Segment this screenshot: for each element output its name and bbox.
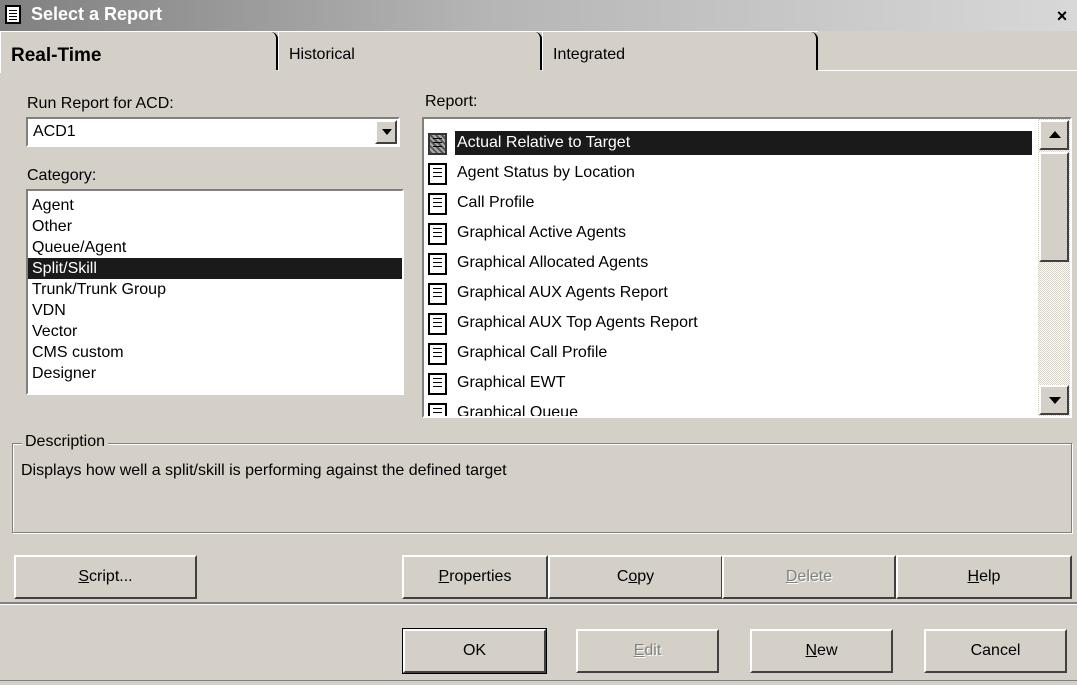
acd-dropdown[interactable]: ACD1 — [26, 117, 400, 147]
report-item-label: Graphical Allocated Agents — [457, 254, 649, 271]
report-items: Actual Relative to Target Agent Status b… — [426, 129, 1032, 418]
report-icon — [428, 133, 447, 155]
tab-label: Integrated — [553, 46, 626, 63]
report-item-label: Agent Status by Location — [457, 164, 635, 181]
list-item[interactable]: Graphical Allocated Agents — [426, 249, 1032, 279]
list-item[interactable]: Graphical Call Profile — [426, 339, 1032, 369]
list-item[interactable]: Call Profile — [426, 189, 1032, 219]
help-button[interactable]: Help — [896, 555, 1072, 599]
edit-button-label: dit — [644, 642, 662, 659]
script-button[interactable]: Script... — [14, 555, 197, 599]
new-button[interactable]: New — [750, 629, 893, 673]
description-legend: Description — [22, 433, 109, 451]
scroll-down-icon[interactable] — [1039, 385, 1069, 415]
category-item-cms-custom[interactable]: CMS custom — [28, 342, 402, 363]
properties-button[interactable]: Properties — [402, 555, 548, 599]
report-icon — [428, 373, 447, 395]
report-icon — [428, 163, 447, 185]
tab-divider — [818, 70, 1077, 71]
cancel-button[interactable]: Cancel — [924, 629, 1067, 673]
ok-button[interactable]: OK — [402, 628, 547, 674]
category-label: Category: — [27, 167, 97, 184]
list-item[interactable]: Agent Status by Location — [426, 159, 1032, 189]
report-label: Report: — [425, 93, 478, 110]
category-item-agent[interactable]: Agent — [28, 195, 402, 216]
report-icon — [5, 5, 21, 24]
script-button-label: cript... — [89, 568, 133, 585]
description-text: Displays how well a split/skill is perfo… — [21, 462, 507, 479]
category-item-designer[interactable]: Designer — [28, 363, 402, 384]
properties-button-label: roperties — [449, 568, 512, 585]
list-item[interactable]: Graphical Active Agents — [426, 219, 1032, 249]
acd-value: ACD1 — [33, 123, 76, 140]
delete-button-label: elete — [797, 568, 833, 585]
report-scrollbar[interactable] — [1038, 119, 1070, 416]
list-item[interactable]: Graphical Queue — [426, 399, 1032, 418]
scroll-up-icon[interactable] — [1039, 120, 1069, 150]
category-item-trunk-group[interactable]: Trunk/Trunk Group — [28, 279, 402, 300]
close-icon[interactable]: × — [1052, 6, 1072, 26]
copy-button[interactable]: Copy — [548, 555, 723, 599]
report-icon — [428, 343, 447, 365]
category-item-vector[interactable]: Vector — [28, 321, 402, 342]
acd-label: Run Report for ACD: — [27, 95, 174, 112]
tab-historical[interactable]: Historical — [278, 31, 542, 71]
report-icon — [428, 193, 447, 215]
window-bottom-edge — [0, 680, 1077, 681]
copy-button-label: C — [616, 568, 629, 585]
copy-button-label-rest: py — [637, 568, 655, 585]
description-group — [12, 443, 1072, 533]
report-item-label: Graphical Active Agents — [457, 224, 626, 241]
separator — [0, 602, 1077, 605]
dropdown-arrow-icon[interactable] — [375, 120, 397, 144]
report-item-label: Graphical AUX Top Agents Report — [457, 314, 698, 331]
report-icon — [428, 313, 447, 335]
tab-label: Historical — [289, 46, 355, 63]
report-item-label: Graphical Queue — [457, 404, 578, 418]
tab-real-time[interactable]: Real-Time — [0, 31, 278, 73]
delete-button[interactable]: Delete — [722, 555, 896, 599]
report-item-label: Actual Relative to Target — [455, 131, 1032, 155]
help-button-label: elp — [979, 568, 1001, 585]
scrollbar-thumb[interactable] — [1039, 152, 1069, 262]
category-item-split-skill[interactable]: Split/Skill — [28, 258, 402, 279]
title-bar: Select a Report × — [0, 0, 1077, 31]
category-listbox[interactable]: Agent Other Queue/Agent Split/Skill Trun… — [26, 189, 404, 395]
report-icon — [428, 253, 447, 275]
report-item-label: Call Profile — [457, 194, 535, 211]
tab-integrated[interactable]: Integrated — [542, 31, 818, 71]
list-item[interactable]: Graphical AUX Top Agents Report — [426, 309, 1032, 339]
report-icon — [428, 283, 447, 305]
report-item-label: Graphical AUX Agents Report — [457, 284, 668, 301]
edit-button[interactable]: Edit — [576, 629, 719, 673]
report-item-label: Graphical EWT — [457, 374, 566, 391]
report-icon — [428, 223, 447, 245]
new-button-label: ew — [817, 642, 838, 659]
report-item-label: Graphical Call Profile — [457, 344, 608, 361]
report-listbox[interactable]: Actual Relative to Target Agent Status b… — [422, 117, 1072, 418]
category-item-vdn[interactable]: VDN — [28, 300, 402, 321]
list-item[interactable]: Actual Relative to Target — [426, 129, 1032, 159]
tab-label: Real-Time — [11, 45, 102, 66]
report-icon — [428, 403, 447, 416]
list-item[interactable]: Graphical EWT — [426, 369, 1032, 399]
category-item-queue-agent[interactable]: Queue/Agent — [28, 237, 402, 258]
category-item-other[interactable]: Other — [28, 216, 402, 237]
window-title: Select a Report — [31, 4, 163, 24]
list-item[interactable]: Graphical AUX Agents Report — [426, 279, 1032, 309]
